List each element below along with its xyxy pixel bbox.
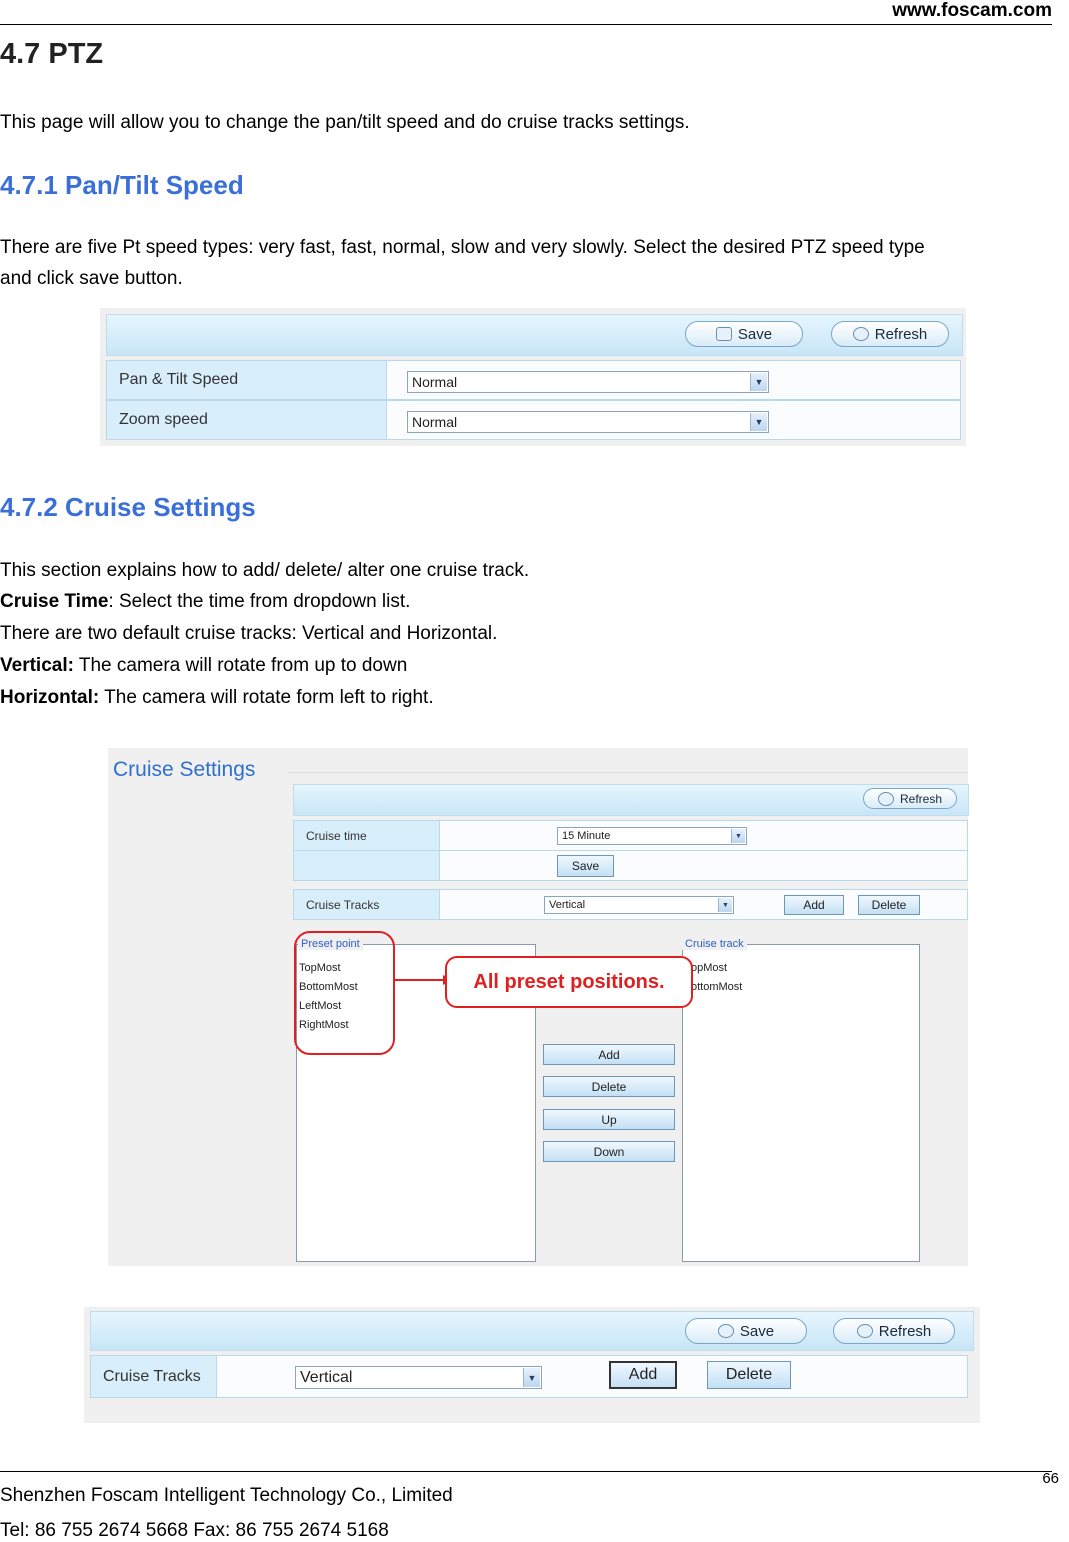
cruise-text-l1: This section explains how to add/ delete… <box>0 560 530 581</box>
pan-tilt-speed-label: Pan & Tilt Speed <box>107 361 387 399</box>
tracks-refresh-label: Refresh <box>878 1322 932 1340</box>
cruise-time-select[interactable]: 15 Minute ▼ <box>557 827 747 845</box>
cruise-tracks-select[interactable]: Vertical ▼ <box>544 896 734 914</box>
footer-company: Shenzhen Foscam Intelligent Technology C… <box>0 1485 453 1506</box>
cruise-settings-screenshot: Cruise Settings Refresh Cruise time 15 M… <box>108 748 969 1266</box>
cruise-tracks-toolbar: Save Refresh <box>90 1311 974 1351</box>
tracks-save-label: Save <box>739 1322 775 1340</box>
speed-text-line1: There are five Pt speed types: very fast… <box>0 237 925 258</box>
section-title: 4.7 PTZ <box>0 38 104 70</box>
cruise-time-desc: : Select the time from dropdown list. <box>108 591 411 612</box>
cruise-refresh-label: Refresh <box>899 791 943 806</box>
cruise-text-l5: Horizontal: The camera will rotate form … <box>0 682 434 714</box>
list-add-button[interactable]: Add <box>543 1044 675 1065</box>
speed-save-label: Save <box>737 325 773 343</box>
preset-highlight-ring <box>294 931 395 1055</box>
chevron-down-icon: ▼ <box>750 373 767 391</box>
list-up-button[interactable]: Up <box>543 1109 675 1130</box>
cruise-tracks-add-button[interactable]: Add <box>609 1361 677 1389</box>
cruise-time-label: Cruise time <box>294 821 440 850</box>
vertical-term: Vertical: <box>0 655 74 676</box>
preset-callout: All preset positions. <box>445 956 693 1008</box>
chevron-down-icon: ▼ <box>750 413 767 431</box>
refresh-icon <box>852 327 869 341</box>
speed-heading: 4.7.1 Pan/Tilt Speed <box>0 170 244 200</box>
cruise-refresh-button[interactable]: Refresh <box>863 788 957 809</box>
chevron-down-icon: ▼ <box>731 829 745 843</box>
cruise-toolbar: Refresh <box>293 784 969 816</box>
save-icon <box>717 1324 734 1338</box>
speed-toolbar: Save Refresh <box>106 314 963 356</box>
arrow-right-icon <box>395 975 452 985</box>
cruise-track-legend: Cruise track <box>682 938 747 950</box>
cruise-tracks-delete-button[interactable]: Delete <box>707 1361 791 1389</box>
section-intro: This page will allow you to change the p… <box>0 112 690 133</box>
cruise-text-l3: There are two default cruise tracks: Ver… <box>0 623 498 644</box>
refresh-icon <box>877 791 894 806</box>
zoom-speed-row: Zoom speed Normal ▼ <box>106 400 961 440</box>
zoom-speed-value: Normal <box>412 414 458 430</box>
cruise-tracks-select-2[interactable]: Vertical ▼ <box>295 1366 542 1389</box>
cruise-heading: 4.7.2 Cruise Settings <box>0 492 256 522</box>
cruise-time-value: 15 Minute <box>562 830 611 842</box>
cruise-tracks-value: Vertical <box>549 899 586 911</box>
horizontal-term: Horizontal: <box>0 687 100 708</box>
footer-contact: Tel: 86 755 2674 5668 Fax: 86 755 2674 5… <box>0 1520 389 1541</box>
cruise-settings-title: Cruise Settings <box>113 758 256 781</box>
cruise-tracks-row: Cruise Tracks Vertical ▼ Add Delete <box>293 889 968 920</box>
chevron-down-icon: ▼ <box>523 1368 540 1387</box>
chevron-down-icon: ▼ <box>718 898 732 912</box>
vertical-desc: The camera will rotate from up to down <box>73 655 408 676</box>
title-rule <box>288 772 968 773</box>
cruise-tracks-row-2: Cruise Tracks Vertical ▼ Add Delete <box>90 1355 968 1398</box>
cruise-text-l4: Vertical: The camera will rotate from up… <box>0 650 407 682</box>
list-down-button[interactable]: Down <box>543 1141 675 1162</box>
cruise-text-l2: Cruise Time: Select the time from dropdo… <box>0 586 410 618</box>
cruise-tracks-label: Cruise Tracks <box>294 890 440 919</box>
pan-tilt-speed-row: Pan & Tilt Speed Normal ▼ <box>106 360 961 400</box>
track-item[interactable]: ottomMost <box>691 981 742 993</box>
horizontal-desc: The camera will rotate form left to righ… <box>99 687 434 708</box>
cruise-tracks-value-2: Vertical <box>300 1368 353 1386</box>
header-rule <box>0 24 1052 25</box>
cruise-track-delete-button[interactable]: Delete <box>858 895 920 915</box>
speed-save-button[interactable]: Save <box>685 321 803 347</box>
cruise-tracks-screenshot: Save Refresh Cruise Tracks Vertical ▼ Ad… <box>84 1307 980 1423</box>
list-delete-button[interactable]: Delete <box>543 1076 675 1097</box>
site-url: www.foscam.com <box>892 0 1052 21</box>
cruise-save-row: Save <box>293 850 968 881</box>
speed-settings-screenshot: Save Refresh Pan & Tilt Speed Normal ▼ Z… <box>100 308 966 446</box>
page-number: 66 <box>1042 1470 1059 1487</box>
pan-tilt-speed-select[interactable]: Normal ▼ <box>407 371 769 393</box>
refresh-icon <box>856 1324 873 1338</box>
speed-text-line2: and click save button. <box>0 268 183 289</box>
cruise-track-add-button[interactable]: Add <box>784 895 844 915</box>
cruise-time-row: Cruise time 15 Minute ▼ <box>293 820 968 851</box>
cruise-save-button[interactable]: Save <box>557 855 614 877</box>
track-item[interactable]: opMost <box>691 962 727 974</box>
zoom-speed-label: Zoom speed <box>107 401 387 439</box>
zoom-speed-select[interactable]: Normal ▼ <box>407 411 769 433</box>
footer-rule <box>0 1471 1052 1472</box>
pan-tilt-speed-value: Normal <box>412 374 458 390</box>
cruise-time-term: Cruise Time <box>0 591 109 612</box>
speed-refresh-label: Refresh <box>874 325 928 343</box>
speed-refresh-button[interactable]: Refresh <box>831 321 949 347</box>
tracks-refresh-button[interactable]: Refresh <box>833 1318 955 1344</box>
empty-label-cell <box>294 851 440 880</box>
cruise-tracks-label-2: Cruise Tracks <box>91 1356 217 1397</box>
tracks-save-button[interactable]: Save <box>685 1318 807 1344</box>
save-icon <box>715 327 732 341</box>
